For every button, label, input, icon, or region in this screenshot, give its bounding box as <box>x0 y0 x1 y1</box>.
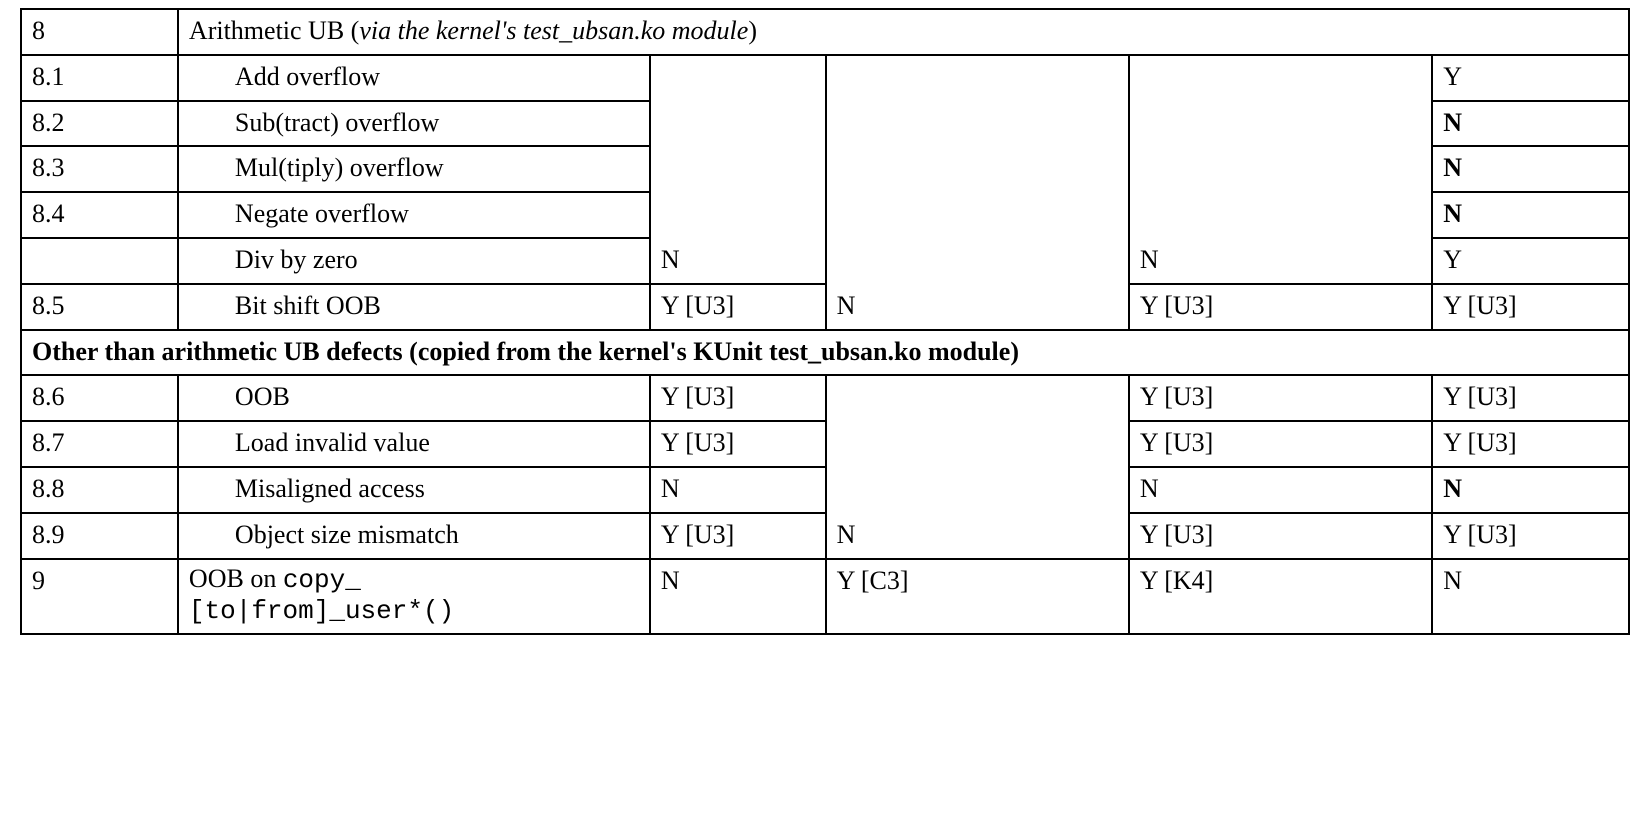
cell-c6: Y [U3] <box>1432 375 1629 421</box>
table-row: 8.8 Misaligned access N N N <box>21 467 1629 513</box>
cell-desc: Misaligned access <box>178 467 650 513</box>
text-italic: via the kernel's test_ubsan.ko module <box>359 16 748 45</box>
table-section-header: Other than arithmetic UB defects (copied… <box>21 330 1629 376</box>
cell-c6: N <box>1432 101 1629 147</box>
cell-c6: N <box>1432 146 1629 192</box>
cell-num: 8.2 <box>21 101 178 147</box>
table-row: 8 Arithmetic UB (via the kernel's test_u… <box>21 9 1629 55</box>
cell-c6: Y <box>1432 238 1629 284</box>
cell-c5: N <box>1129 55 1432 284</box>
cell-c4: N <box>826 375 1129 558</box>
cell-desc: Arithmetic UB (via the kernel's test_ubs… <box>178 9 1629 55</box>
cell-c6: Y <box>1432 55 1629 101</box>
cell-desc: Mul(tiply) overflow <box>178 146 650 192</box>
cell-c3: Y [U3] <box>650 375 826 421</box>
cell-num: 8.9 <box>21 513 178 559</box>
cell-num <box>21 238 178 284</box>
cell-c5: N <box>1129 467 1432 513</box>
cell-c5: Y [K4] <box>1129 559 1432 635</box>
table-row: 8.6 OOB Y [U3] N Y [U3] Y [U3] <box>21 375 1629 421</box>
cell-c3: Y [U3] <box>650 284 826 330</box>
cell-num: 8.8 <box>21 467 178 513</box>
cell-c3: N <box>650 467 826 513</box>
cell-c6: N <box>1432 467 1629 513</box>
cell-num: 8.5 <box>21 284 178 330</box>
table-row: 9 OOB on copy_ [to|from]_user*() N Y [C3… <box>21 559 1629 635</box>
cell-c5: Y [U3] <box>1129 513 1432 559</box>
cell-c4: Y [C3] <box>826 559 1129 635</box>
cell-c6: N <box>1432 559 1629 635</box>
cell-c3: Y [U3] <box>650 513 826 559</box>
cell-desc: OOB <box>178 375 650 421</box>
cell-num: 8.1 <box>21 55 178 101</box>
cell-desc: OOB on copy_ [to|from]_user*() <box>178 559 650 635</box>
cell-desc: Bit shift OOB <box>178 284 650 330</box>
cell-desc: Negate overflow <box>178 192 650 238</box>
text: OOB on <box>189 564 283 593</box>
cell-c3: Y [U3] <box>650 421 826 467</box>
table-row: 8.9 Object size mismatch Y [U3] Y [U3] Y… <box>21 513 1629 559</box>
cell-c6: N <box>1432 192 1629 238</box>
table-row: 8.7 Load invalid value Y [U3] Y [U3] Y [… <box>21 421 1629 467</box>
text: Arithmetic UB ( <box>189 16 359 45</box>
cell-desc: Object size mismatch <box>178 513 650 559</box>
cell-desc: Add overflow <box>178 55 650 101</box>
table-row: 8.1 Add overflow N N N Y <box>21 55 1629 101</box>
cell-c3: N <box>650 55 826 284</box>
cell-num: 8.3 <box>21 146 178 192</box>
cell-c5: Y [U3] <box>1129 421 1432 467</box>
section-header-text: Other than arithmetic UB defects (copied… <box>21 330 1629 376</box>
cell-c5: Y [U3] <box>1129 284 1432 330</box>
text-mono: copy_ <box>283 565 361 595</box>
table-row: 8.5 Bit shift OOB Y [U3] Y [U3] Y [U3] <box>21 284 1629 330</box>
cell-desc: Load invalid value <box>178 421 650 467</box>
text: ) <box>748 16 757 45</box>
cell-c4: N <box>826 55 1129 330</box>
cell-num: 9 <box>21 559 178 635</box>
cell-num: 8 <box>21 9 178 55</box>
cell-num: 8.6 <box>21 375 178 421</box>
cell-c5: Y [U3] <box>1129 375 1432 421</box>
cell-c6: Y [U3] <box>1432 284 1629 330</box>
cell-desc: Div by zero <box>178 238 650 284</box>
cell-num: 8.4 <box>21 192 178 238</box>
cell-desc: Sub(tract) overflow <box>178 101 650 147</box>
cell-c6: Y [U3] <box>1432 513 1629 559</box>
cell-c3: N <box>650 559 826 635</box>
ub-defects-table: 8 Arithmetic UB (via the kernel's test_u… <box>20 8 1630 635</box>
cell-c6: Y [U3] <box>1432 421 1629 467</box>
text-mono: [to|from]_user*() <box>189 596 454 626</box>
cell-num: 8.7 <box>21 421 178 467</box>
